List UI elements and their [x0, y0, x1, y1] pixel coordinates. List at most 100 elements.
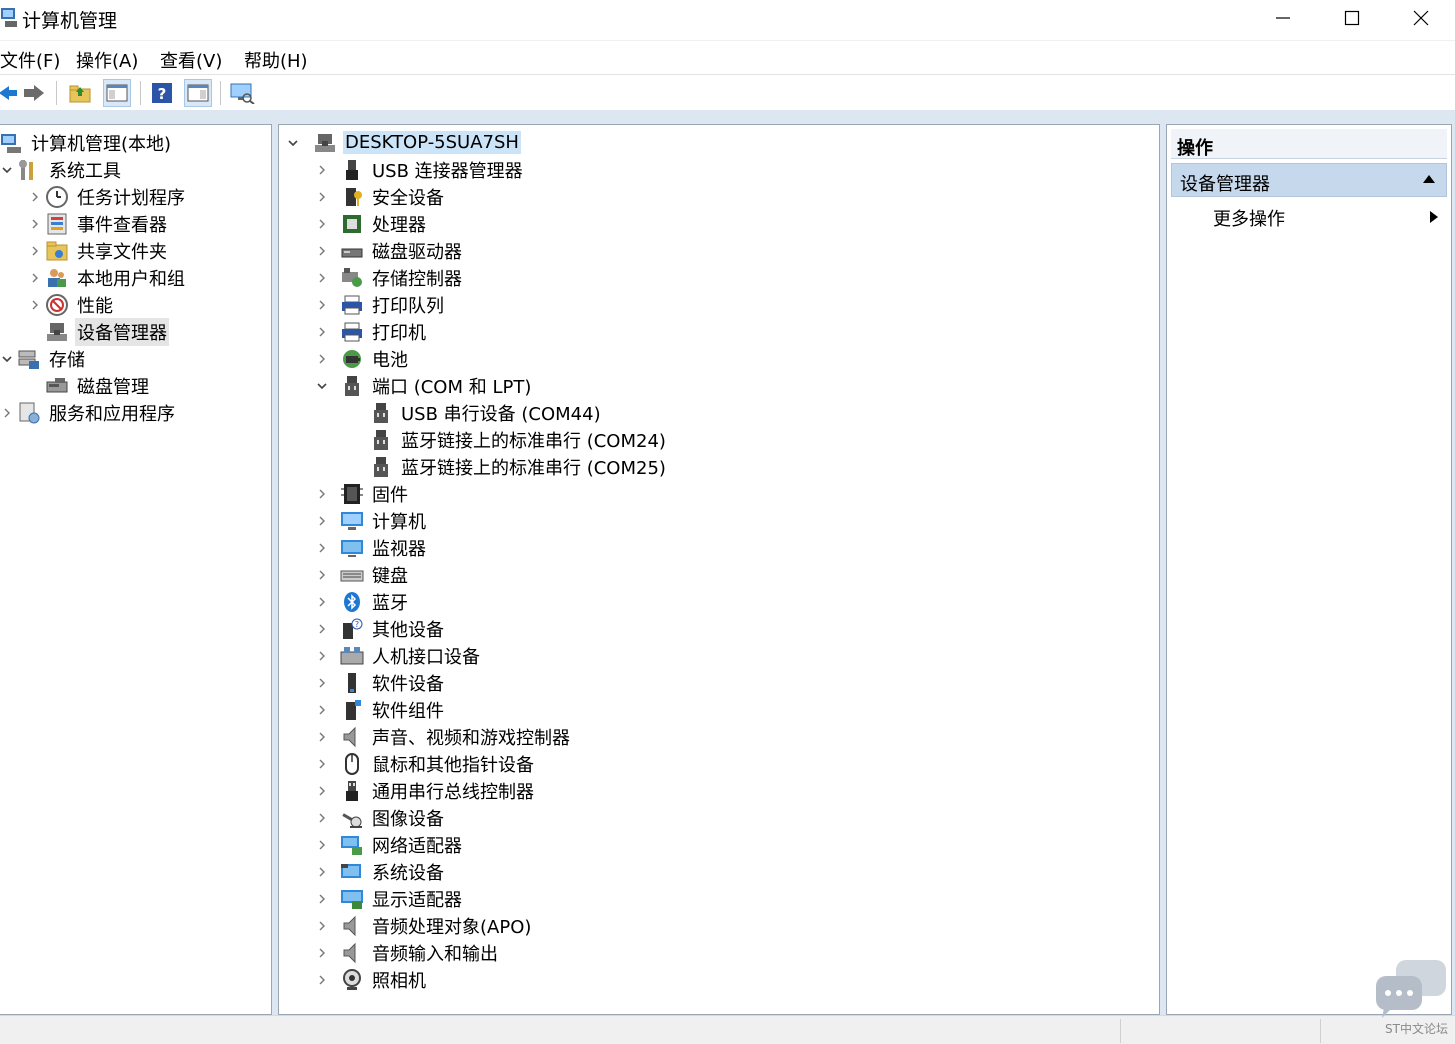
- device-category[interactable]: 鼠标和其他指针设备: [316, 750, 536, 777]
- expand-chevron-icon[interactable]: [29, 272, 45, 284]
- console-tree-item[interactable]: 事件查看器: [29, 210, 169, 237]
- console-tree-item[interactable]: 性能: [29, 291, 115, 318]
- device-category[interactable]: 存储控制器: [316, 264, 464, 291]
- menu-help[interactable]: 帮助(H): [244, 47, 308, 73]
- expand-chevron-icon[interactable]: [316, 758, 332, 770]
- device-category[interactable]: 监视器: [316, 534, 428, 561]
- help-button[interactable]: ?: [148, 79, 176, 107]
- device-category[interactable]: 磁盘驱动器: [316, 237, 464, 264]
- expand-chevron-icon[interactable]: [316, 353, 332, 365]
- expand-chevron-icon[interactable]: [316, 920, 332, 932]
- expand-chevron-icon[interactable]: [316, 326, 332, 338]
- forward-button[interactable]: [20, 79, 48, 107]
- expand-chevron-icon[interactable]: [29, 218, 45, 230]
- console-tree-item[interactable]: 存储: [1, 345, 87, 372]
- expand-chevron-icon[interactable]: [1, 407, 17, 419]
- collapse-chevron-icon[interactable]: [287, 137, 303, 149]
- device-category[interactable]: 系统设备: [316, 858, 446, 885]
- expand-chevron-icon[interactable]: [316, 272, 332, 284]
- show-hide-action-pane-button[interactable]: [184, 79, 212, 107]
- print-queue-icon: [340, 293, 364, 317]
- device-category[interactable]: 打印机: [316, 318, 428, 345]
- device-category[interactable]: 音频处理对象(APO): [316, 912, 533, 939]
- expand-chevron-icon[interactable]: [29, 299, 45, 311]
- menu-action[interactable]: 操作(A): [76, 47, 138, 73]
- expand-chevron-icon[interactable]: [316, 893, 332, 905]
- device-category[interactable]: 网络适配器: [316, 831, 464, 858]
- device-category[interactable]: 声音、视频和游戏控制器: [316, 723, 572, 750]
- device-category[interactable]: 固件: [316, 480, 410, 507]
- expand-chevron-icon[interactable]: [316, 623, 332, 635]
- scan-hardware-button[interactable]: [228, 79, 256, 107]
- console-tree-item[interactable]: 磁盘管理: [29, 372, 151, 399]
- console-tree-item[interactable]: 设备管理器: [29, 317, 169, 346]
- device-category[interactable]: 通用串行总线控制器: [316, 777, 536, 804]
- more-actions-item[interactable]: 更多操作: [1213, 205, 1441, 233]
- device-tree-root[interactable]: DESKTOP-5SUA7SH: [287, 129, 521, 156]
- expand-chevron-icon[interactable]: [316, 569, 332, 581]
- expand-chevron-icon[interactable]: [316, 596, 332, 608]
- expand-chevron-icon[interactable]: [316, 650, 332, 662]
- device-item[interactable]: USB 串行设备 (COM44): [345, 399, 603, 426]
- console-tree-item[interactable]: 计算机管理(本地): [0, 129, 173, 156]
- collapse-chevron-icon[interactable]: [316, 380, 332, 392]
- expand-chevron-icon[interactable]: [316, 191, 332, 203]
- console-tree-item[interactable]: 任务计划程序: [29, 183, 187, 210]
- show-hide-console-tree-button[interactable]: [103, 79, 131, 107]
- collapse-chevron-icon[interactable]: [1, 164, 17, 176]
- expand-chevron-icon[interactable]: [316, 164, 332, 176]
- expand-chevron-icon[interactable]: [316, 218, 332, 230]
- device-category[interactable]: 软件组件: [316, 696, 446, 723]
- device-category[interactable]: 安全设备: [316, 183, 446, 210]
- device-label: 人机接口设备: [372, 646, 480, 668]
- device-category[interactable]: 软件设备: [316, 669, 446, 696]
- expand-chevron-icon[interactable]: [316, 731, 332, 743]
- expand-chevron-icon[interactable]: [316, 839, 332, 851]
- maximize-button[interactable]: [1317, 0, 1387, 36]
- device-category[interactable]: 蓝牙: [316, 588, 410, 615]
- menu-view[interactable]: 查看(V): [160, 47, 222, 73]
- device-category[interactable]: 打印队列: [316, 291, 446, 318]
- collapse-chevron-icon[interactable]: [1, 353, 17, 365]
- expand-chevron-icon[interactable]: [316, 812, 332, 824]
- device-category[interactable]: 人机接口设备: [316, 642, 482, 669]
- device-category[interactable]: 键盘: [316, 561, 410, 588]
- device-category[interactable]: 音频输入和输出: [316, 939, 500, 966]
- device-label: 打印队列: [372, 295, 444, 317]
- expand-chevron-icon[interactable]: [29, 191, 45, 203]
- device-category[interactable]: ? 其他设备: [316, 615, 446, 642]
- device-item[interactable]: 蓝牙链接上的标准串行 (COM25): [345, 453, 668, 480]
- expand-chevron-icon[interactable]: [316, 704, 332, 716]
- device-category[interactable]: 计算机: [316, 507, 428, 534]
- collapse-up-icon[interactable]: [1422, 174, 1436, 184]
- device-category[interactable]: 照相机: [316, 966, 428, 993]
- up-folder-button[interactable]: [66, 79, 94, 107]
- device-category[interactable]: 显示适配器: [316, 885, 464, 912]
- expand-chevron-icon[interactable]: [316, 785, 332, 797]
- expand-chevron-icon[interactable]: [316, 677, 332, 689]
- expand-chevron-icon[interactable]: [316, 974, 332, 986]
- minimize-button[interactable]: [1248, 0, 1318, 36]
- back-button[interactable]: [0, 79, 22, 107]
- device-item[interactable]: 蓝牙链接上的标准串行 (COM24): [345, 426, 668, 453]
- console-tree-item[interactable]: 服务和应用程序: [1, 399, 177, 426]
- device-category[interactable]: USB 连接器管理器: [316, 156, 525, 183]
- menu-file[interactable]: 文件(F): [0, 47, 60, 73]
- console-tree-item[interactable]: 系统工具: [1, 156, 123, 183]
- expand-chevron-icon[interactable]: [316, 866, 332, 878]
- action-section-device-manager[interactable]: 设备管理器: [1171, 163, 1447, 197]
- expand-chevron-icon[interactable]: [316, 488, 332, 500]
- expand-chevron-icon[interactable]: [316, 947, 332, 959]
- device-category[interactable]: 端口 (COM 和 LPT): [316, 372, 533, 399]
- expand-chevron-icon[interactable]: [316, 245, 332, 257]
- console-tree-item[interactable]: 本地用户和组: [29, 264, 187, 291]
- close-button[interactable]: [1386, 0, 1455, 36]
- device-category[interactable]: 电池: [316, 345, 410, 372]
- expand-chevron-icon[interactable]: [29, 245, 45, 257]
- expand-chevron-icon[interactable]: [316, 542, 332, 554]
- expand-chevron-icon[interactable]: [316, 515, 332, 527]
- device-category[interactable]: 图像设备: [316, 804, 446, 831]
- console-tree-item[interactable]: 共享文件夹: [29, 237, 169, 264]
- expand-chevron-icon[interactable]: [316, 299, 332, 311]
- device-category[interactable]: 处理器: [316, 210, 428, 237]
